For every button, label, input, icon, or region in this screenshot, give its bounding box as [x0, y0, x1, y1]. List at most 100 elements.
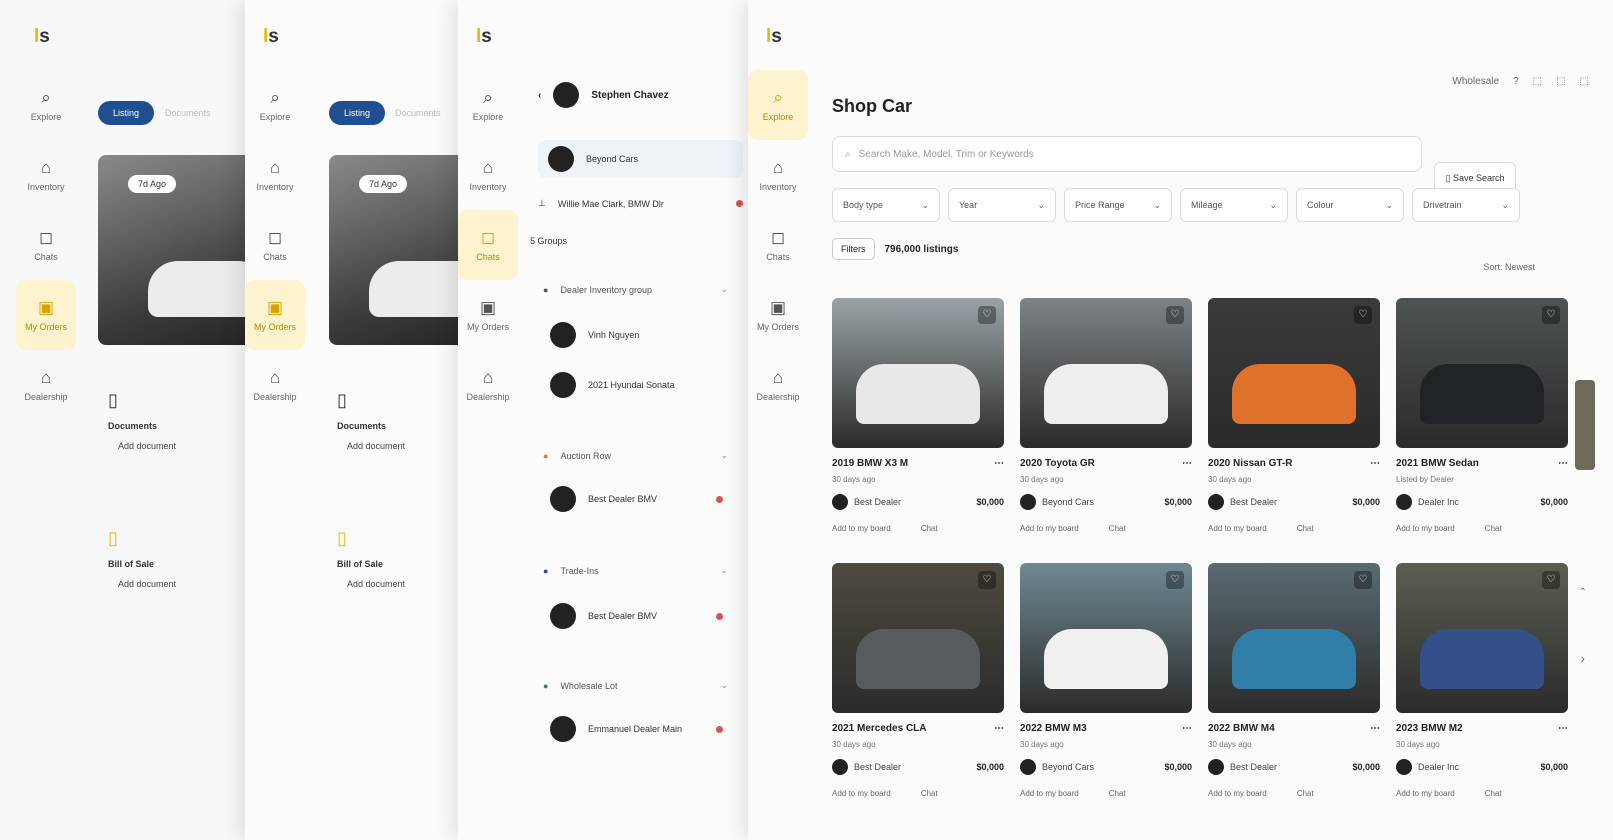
- car-card[interactable]: ♡ 2021 Mercedes CLA ⋯ 30 days ago Best Deale…: [832, 563, 1004, 798]
- nav-chats[interactable]: ◻ Chats: [16, 210, 76, 280]
- nav-inventory[interactable]: ⌂ Inventory: [748, 140, 808, 210]
- chevron-right-icon[interactable]: ›: [1580, 650, 1585, 666]
- tab-documents[interactable]: Documents: [395, 101, 441, 125]
- group-header[interactable]: ● Trade-Ins ⌄: [543, 565, 728, 576]
- seller[interactable]: Dealer Inc: [1396, 494, 1459, 510]
- add-document-link[interactable]: Add document: [108, 441, 176, 451]
- mileage-select[interactable]: Mileage ⌄: [1180, 188, 1288, 222]
- body-type-select[interactable]: Body type ⌄: [832, 188, 940, 222]
- nav-dealership[interactable]: ⌂ Dealership: [458, 350, 518, 420]
- car-image[interactable]: ♡: [832, 298, 1004, 448]
- nav-dealership[interactable]: ⌂ Dealership: [748, 350, 808, 420]
- car-card[interactable]: ♡ 2022 BMW M4 ⋯ 30 days ago Best Dealer $0,00…: [1208, 563, 1380, 798]
- car-card[interactable]: ♡ 2020 Nissan GT-R ⋯ 30 days ago Best Dealer…: [1208, 298, 1380, 533]
- group-header[interactable]: ● Dealer Inventory group ⌄: [543, 284, 728, 295]
- add-document-link[interactable]: Add document: [337, 441, 405, 451]
- seller[interactable]: Best Dealer: [832, 759, 901, 775]
- price-select[interactable]: Price Range ⌄: [1064, 188, 1172, 222]
- add-to-board-button[interactable]: Add to my board: [832, 789, 891, 798]
- favorite-icon[interactable]: ♡: [1166, 306, 1184, 324]
- profile-icon[interactable]: ⬚: [1580, 76, 1589, 87]
- more-icon[interactable]: ⋯: [1182, 458, 1192, 469]
- chat-button[interactable]: Chat: [921, 524, 938, 533]
- more-icon[interactable]: ⋯: [1558, 458, 1568, 469]
- car-image[interactable]: ♡: [1020, 563, 1192, 713]
- chat-button[interactable]: Chat: [921, 789, 938, 798]
- car-card[interactable]: ♡ 2022 BMW M3 ⋯ 30 days ago Beyond Cars $0,00…: [1020, 563, 1192, 798]
- add-to-board-button[interactable]: Add to my board: [1396, 789, 1455, 798]
- seller[interactable]: Beyond Cars: [1020, 494, 1094, 510]
- car-card[interactable]: ♡ 2019 BMW X3 M ⋯ 30 days ago Best Dealer $0,…: [832, 298, 1004, 533]
- nav-explore[interactable]: ⌕ Explore: [16, 70, 76, 140]
- add-to-board-button[interactable]: Add to my board: [1208, 789, 1267, 798]
- car-card[interactable]: ♡ 2020 Toyota GR ⋯ 30 days ago Beyond Cars $0…: [1020, 298, 1192, 533]
- nav-chats[interactable]: ◻ Chats: [458, 210, 518, 280]
- tab-documents[interactable]: Documents: [165, 101, 211, 125]
- favorite-icon[interactable]: ♡: [978, 571, 996, 589]
- nav-chats[interactable]: ◻ Chats: [245, 210, 305, 280]
- drivetrain-select[interactable]: Drivetrain ⌄: [1412, 188, 1520, 222]
- car-image[interactable]: ♡: [1020, 298, 1192, 448]
- more-icon[interactable]: ⋯: [1370, 723, 1380, 734]
- seller[interactable]: Best Dealer: [832, 494, 901, 510]
- nav-chats[interactable]: ◻ Chats: [748, 210, 808, 280]
- chat-button[interactable]: Chat: [1109, 524, 1126, 533]
- nav-dealership[interactable]: ⌂ Dealership: [16, 350, 76, 420]
- add-to-board-button[interactable]: Add to my board: [1020, 789, 1079, 798]
- car-card[interactable]: ♡ 2021 BMW Sedan ⋯ Listed by Dealer Dealer I…: [1396, 298, 1568, 533]
- car-image[interactable]: ♡: [1208, 298, 1380, 448]
- chat-button[interactable]: Chat: [1297, 524, 1314, 533]
- help-icon[interactable]: ?: [1513, 76, 1519, 87]
- favorite-icon[interactable]: ♡: [1542, 571, 1560, 589]
- nav-inventory[interactable]: ⌂ Inventory: [245, 140, 305, 210]
- add-to-board-button[interactable]: Add to my board: [1208, 524, 1267, 533]
- car-image[interactable]: ♡: [1208, 563, 1380, 713]
- nav-inventory[interactable]: ⌂ Inventory: [458, 140, 518, 210]
- search-input[interactable]: ⌕ Search Make, Model, Trim or Keywords: [832, 136, 1422, 172]
- group-header[interactable]: ● Wholesale Lot ⌄: [543, 680, 728, 691]
- chevron-up-icon[interactable]: ˆ: [1580, 585, 1585, 601]
- nav-dealership[interactable]: ⌂ Dealership: [245, 350, 305, 420]
- add-to-board-button[interactable]: Add to my board: [1396, 524, 1455, 533]
- seller[interactable]: Dealer Inc: [1396, 759, 1459, 775]
- chat-item[interactable]: Best Dealer BMV: [550, 486, 723, 512]
- more-icon[interactable]: ⋯: [1558, 723, 1568, 734]
- notifications-icon[interactable]: ⬚: [1533, 76, 1542, 87]
- more-icon[interactable]: ⋯: [994, 723, 1004, 734]
- car-card[interactable]: ♡ 2023 BMW M2 ⋯ 30 days ago Dealer Inc $0,000…: [1396, 563, 1568, 798]
- add-document-link[interactable]: Add document: [108, 579, 176, 589]
- add-to-board-button[interactable]: Add to my board: [832, 524, 891, 533]
- colour-select[interactable]: Colour ⌄: [1296, 188, 1404, 222]
- car-image[interactable]: ♡: [1396, 298, 1568, 448]
- year-select[interactable]: Year ⌄: [948, 188, 1056, 222]
- filters-button[interactable]: Filters: [832, 238, 875, 260]
- seller[interactable]: Beyond Cars: [1020, 759, 1094, 775]
- chat-button[interactable]: Chat: [1485, 524, 1502, 533]
- add-document-link[interactable]: Add document: [337, 579, 405, 589]
- cart-icon[interactable]: ⬚: [1556, 76, 1565, 87]
- chat-button[interactable]: Chat: [1109, 789, 1126, 798]
- group-header[interactable]: ● Auction Row ⌄: [543, 450, 728, 461]
- more-icon[interactable]: ⋯: [994, 458, 1004, 469]
- seller[interactable]: Best Dealer: [1208, 494, 1277, 510]
- nav-inventory[interactable]: ⌂ Inventory: [16, 140, 76, 210]
- favorite-icon[interactable]: ♡: [1354, 571, 1372, 589]
- tab-listing[interactable]: Listing: [329, 101, 385, 125]
- nav-explore[interactable]: ⌕ Explore: [458, 70, 518, 140]
- seller[interactable]: Best Dealer: [1208, 759, 1277, 775]
- add-to-board-button[interactable]: Add to my board: [1020, 524, 1079, 533]
- chat-item-selected[interactable]: Beyond Cars: [538, 140, 743, 178]
- nav-explore[interactable]: ⌕ Explore: [748, 70, 808, 140]
- tab-listing[interactable]: Listing: [98, 101, 154, 125]
- favorite-icon[interactable]: ♡: [1542, 306, 1560, 324]
- nav-orders[interactable]: ▣ My Orders: [16, 280, 76, 350]
- favorite-icon[interactable]: ♡: [1166, 571, 1184, 589]
- chat-button[interactable]: Chat: [1485, 789, 1502, 798]
- chat-item[interactable]: Best Dealer BMV: [550, 603, 723, 629]
- more-icon[interactable]: ⋯: [1370, 458, 1380, 469]
- sort-select[interactable]: Sort: Newest: [1483, 262, 1535, 272]
- chat-button[interactable]: Chat: [1297, 789, 1314, 798]
- car-image[interactable]: ♡: [832, 563, 1004, 713]
- nav-explore[interactable]: ⌕ Explore: [245, 70, 305, 140]
- chat-item[interactable]: 2021 Hyundai Sonata: [550, 372, 743, 398]
